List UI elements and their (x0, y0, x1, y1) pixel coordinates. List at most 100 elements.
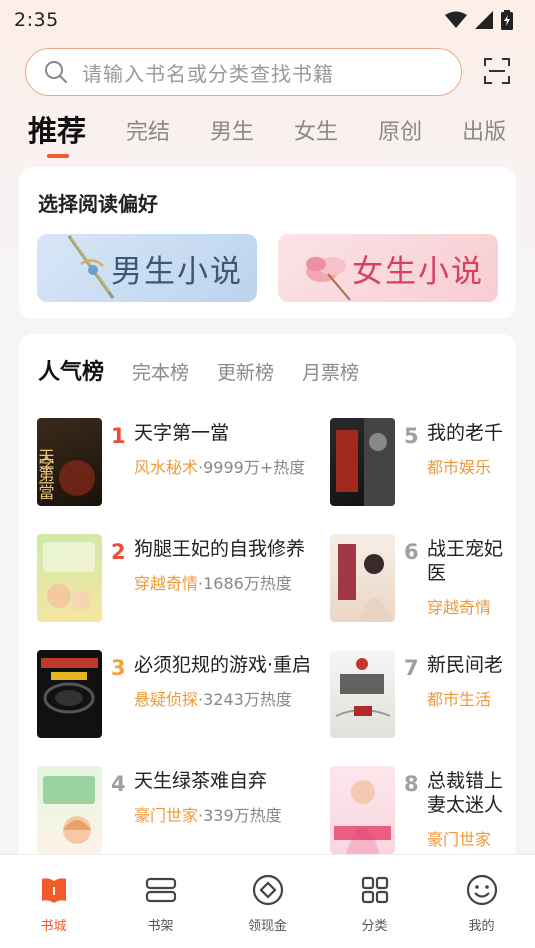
book-meta: 豪门世家 (427, 826, 491, 850)
book-genre: 豪门世家 (134, 806, 199, 825)
cover-art (338, 544, 392, 622)
nav-label: 领现金 (247, 919, 287, 934)
book-genre: 豪门世家 (427, 830, 492, 849)
book-item[interactable]: 3 必须犯规的游戏·重启 悬疑侦探·3243万热度 (37, 650, 337, 740)
male-novel-label: 男生小说 (111, 253, 243, 290)
nav-cash[interactable]: 领现金 (214, 855, 321, 948)
rank-number: 4 (111, 772, 126, 796)
book-meta: 悬疑侦探·3243万热度 (134, 686, 292, 710)
book-cover (37, 766, 102, 854)
status-time: 2:35 (14, 9, 59, 31)
nav-label: 书城 (40, 919, 67, 934)
reading-preference-card: 选择阅读偏好 男生小说 女生小说 (19, 167, 516, 319)
book-cover (37, 534, 102, 622)
status-bar: 2:35 (0, 0, 535, 40)
book-item[interactable]: 7 新民间老 都市生活 (330, 650, 516, 740)
book-title: 天生绿茶难自弃 (134, 770, 268, 792)
search-row: 请输入书名或分类查找书籍 (25, 47, 517, 97)
ranking-tab-monthly[interactable]: 月票榜 (302, 358, 359, 385)
book-item[interactable]: 4 天生绿茶难自弃 豪门世家·339万热度 (37, 766, 337, 856)
battery-icon (501, 10, 513, 30)
nav-label: 分类 (361, 919, 388, 934)
nav-category[interactable]: 分类 (321, 855, 428, 948)
book-cover (37, 650, 102, 738)
rank-number: 7 (404, 656, 419, 680)
svg-text:天字第一當: 天字第一當 (37, 448, 55, 500)
book-cover: 天字第一當 (37, 418, 102, 506)
book-heat: ·3243万热度 (198, 690, 292, 709)
nav-bookstore[interactable]: 书城 (0, 855, 107, 948)
book-genre: 悬疑侦探 (134, 690, 199, 709)
cover-art (41, 658, 98, 714)
book-meta: 风水秘术·9999万+热度 (134, 454, 305, 478)
rank-number: 3 (111, 656, 126, 680)
book-item[interactable]: 天字第一當 1 天字第一當 风水秘术·9999万+热度 (37, 418, 337, 508)
book-item[interactable]: 6 战王宠妃 医 穿越奇情 (330, 534, 516, 624)
book-cover (330, 766, 395, 854)
book-cover (330, 650, 395, 738)
tab-female[interactable]: 女生 (294, 114, 338, 158)
book-title: 战王宠妃 医 (427, 538, 504, 584)
status-icons (445, 10, 513, 30)
book-genre: 都市娱乐 (427, 458, 492, 477)
category-tabs: 推荐 完结 男生 女生 原创 出版 (28, 108, 535, 158)
signal-icon (475, 11, 493, 29)
tab-recommend[interactable]: 推荐 (28, 108, 86, 158)
male-novel-button[interactable]: 男生小说 (37, 234, 257, 302)
book-cover (330, 534, 395, 622)
book-cover (330, 418, 395, 506)
rank-number: 5 (404, 424, 419, 448)
female-novel-button[interactable]: 女生小说 (278, 234, 498, 302)
book-meta: 都市生活 (427, 686, 491, 710)
wifi-icon (445, 11, 467, 28)
preference-title: 选择阅读偏好 (38, 192, 158, 216)
cash-icon (251, 873, 285, 907)
ranking-card: 人气榜 完本榜 更新榜 月票榜 天字第一當 1 天字第一當 风水秘术·9999万… (19, 334, 516, 874)
category-icon (358, 873, 392, 907)
book-genre: 都市生活 (427, 690, 492, 709)
book-item[interactable]: 8 总裁错上 妻太迷人 豪门世家 (330, 766, 516, 856)
book-title: 天字第一當 (134, 422, 230, 444)
book-genre: 风水秘术 (134, 458, 199, 477)
rank-number: 2 (111, 540, 126, 564)
search-placeholder: 请输入书名或分类查找书籍 (82, 61, 334, 86)
cover-art (336, 418, 395, 506)
tab-male[interactable]: 男生 (210, 114, 254, 158)
tab-published[interactable]: 出版 (462, 114, 506, 158)
book-title: 总裁错上 妻太迷人 (427, 770, 504, 816)
book-genre: 穿越奇情 (134, 574, 199, 593)
book-meta: 豪门世家·339万热度 (134, 802, 282, 826)
scan-icon[interactable] (483, 57, 511, 85)
book-meta: 都市娱乐 (427, 454, 491, 478)
rank-number: 1 (111, 424, 126, 448)
search-input[interactable]: 请输入书名或分类查找书籍 (25, 48, 462, 96)
bookshelf-icon (144, 873, 178, 907)
nav-profile[interactable]: 我的 (428, 855, 535, 948)
search-icon (45, 61, 67, 83)
cover-art (335, 658, 391, 717)
ranking-tabs: 人气榜 完本榜 更新榜 月票榜 (38, 354, 387, 386)
profile-icon (465, 873, 499, 907)
cover-art: 天字第一當 (37, 448, 95, 500)
book-item[interactable]: 2 狗腿王妃的自我修养 穿越奇情·1686万热度 (37, 534, 337, 624)
rank-number: 8 (404, 772, 419, 796)
tab-original[interactable]: 原创 (378, 114, 422, 158)
book-item[interactable]: 5 我的老千 都市娱乐 (330, 418, 516, 508)
female-novel-label: 女生小说 (352, 253, 484, 290)
cover-art (43, 542, 95, 610)
ranking-tab-popular[interactable]: 人气榜 (38, 354, 104, 386)
book-meta: 穿越奇情·1686万热度 (134, 570, 292, 594)
cover-art (334, 780, 391, 854)
book-store-icon (37, 873, 71, 907)
nav-bookshelf[interactable]: 书架 (107, 855, 214, 948)
ranking-tab-completed[interactable]: 完本榜 (132, 358, 189, 385)
active-tab-indicator (47, 154, 69, 158)
bottom-navigation: 书城 书架 领现金 分类 我的 (0, 854, 535, 948)
book-title: 新民间老 (427, 654, 504, 676)
tab-completed[interactable]: 完结 (126, 114, 170, 158)
book-title: 必须犯规的游戏·重启 (134, 654, 312, 676)
ranking-tab-updated[interactable]: 更新榜 (217, 358, 274, 385)
book-title: 我的老千 (427, 422, 504, 444)
book-title: 狗腿王妃的自我修养 (134, 538, 306, 560)
book-heat: ·339万热度 (198, 806, 282, 825)
